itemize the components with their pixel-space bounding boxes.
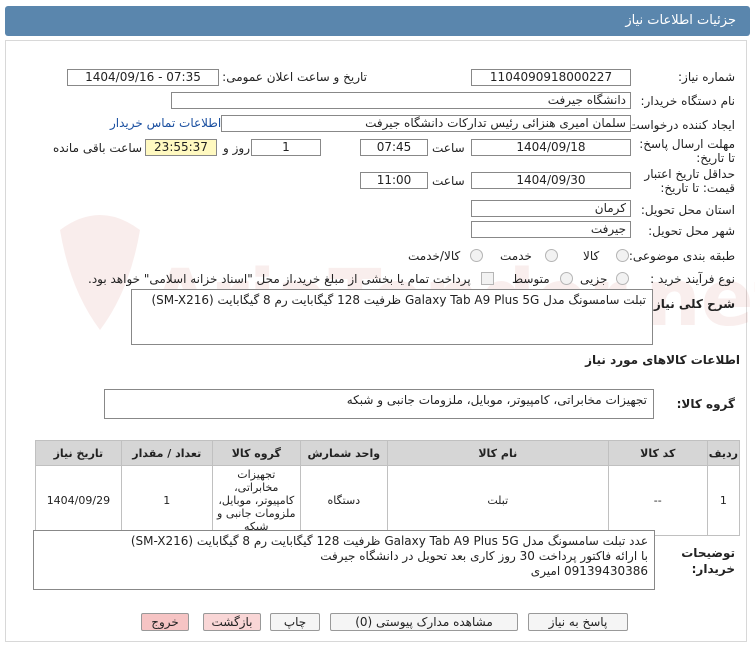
goods-section-title: اطلاعات کالاهای مورد نیاز [585, 353, 740, 367]
creator-label: ایجاد کننده درخواست: [624, 118, 735, 132]
notes-line-1: عدد تبلت سامسونگ مدل Galaxy Tab A9 Plus … [130, 534, 648, 548]
validity-date-field: 1404/09/30 [471, 172, 631, 189]
province-field: کرمان [471, 200, 631, 217]
goods-group-label: گروه کالا: [676, 397, 735, 411]
process-option-minor: جزیی [580, 272, 608, 286]
announce-label: تاریخ و ساعت اعلان عمومی: [222, 70, 367, 84]
announce-field: 1404/09/16 - 07:35 [67, 69, 219, 86]
cell-group: تجهیزات مخابراتی، کامپیوتر، موبایل، ملزو… [211, 465, 301, 536]
contact-info-link[interactable]: اطلاعات تماس خریدار [110, 116, 221, 130]
summary-textarea: تبلت سامسونگ مدل Galaxy Tab A9 Plus 5G ظ… [131, 289, 653, 345]
category-option-goods: کالا [583, 249, 600, 263]
table-header-row: ردیف کد کالا نام کالا واحد شمارش گروه کا… [35, 440, 741, 466]
cell-name: تبلت [386, 465, 609, 536]
exit-button[interactable]: خروج [141, 613, 189, 631]
category-label: طبقه بندی موضوعی: [628, 249, 735, 263]
cell-unit: دستگاه [299, 465, 388, 536]
items-table: ردیف کد کالا نام کالا واحد شمارش گروه کا… [35, 440, 741, 536]
notes-textarea: عدد تبلت سامسونگ مدل Galaxy Tab A9 Plus … [33, 530, 655, 590]
col-date: تاریخ نیاز [35, 440, 122, 466]
buyer-field: دانشگاه جیرفت [171, 92, 631, 109]
deadline-date-field: 1404/09/18 [471, 139, 631, 156]
days-label: روز و [223, 141, 250, 155]
category-option-goods-service: کالا/خدمت [408, 249, 461, 263]
category-radio-service[interactable] [545, 249, 558, 262]
buyer-label: نام دستگاه خریدار: [640, 94, 736, 108]
col-code: کد کالا [607, 440, 708, 466]
validity-time-label: ساعت [432, 174, 465, 188]
col-row: ردیف [706, 440, 741, 466]
col-qty: تعداد / مقدار [120, 440, 213, 466]
cell-code: -- [607, 465, 708, 536]
print-button[interactable]: چاپ [270, 613, 320, 631]
deadline-time-label: ساعت [432, 141, 465, 155]
remaining-label: ساعت باقی مانده [53, 141, 143, 155]
process-radio-minor[interactable] [616, 272, 629, 285]
goods-group-field: تجهیزات مخابراتی، کامپیوتر، موبایل، ملزو… [104, 389, 654, 419]
cell-qty: 1 [120, 465, 213, 536]
back-button[interactable]: بازگشت [203, 613, 261, 631]
cell-date: 1404/09/29 [35, 465, 122, 536]
view-attachments-button[interactable]: مشاهده مدارک پیوستی (0) [330, 613, 518, 631]
col-unit: واحد شمارش [299, 440, 388, 466]
need-number-label: شماره نیاز: [678, 70, 735, 84]
process-radio-medium[interactable] [560, 272, 573, 285]
creator-field: سلمان امیری هنزائی رئیس تدارکات دانشگاه … [221, 115, 631, 132]
cell-row: 1 [706, 465, 741, 536]
days-field: 1 [251, 139, 321, 156]
city-field: جیرفت [471, 221, 631, 238]
validity-label: حداقل تاریخ اعتبار قیمت: تا تاریخ: [644, 167, 735, 195]
col-group: گروه کالا [211, 440, 301, 466]
page-header: جزئیات اطلاعات نیاز [5, 6, 750, 36]
process-option-medium: متوسط [512, 272, 550, 286]
remaining-time-field: 23:55:37 [145, 139, 217, 156]
category-option-service: خدمت [500, 249, 532, 263]
deadline-label: مهلت ارسال پاسخ: تا تاریخ: [639, 137, 735, 165]
treasury-note: پرداخت تمام یا بخشی از مبلغ خرید،از محل … [88, 272, 471, 286]
reply-button[interactable]: پاسخ به نیاز [528, 613, 628, 631]
province-label: استان محل تحویل: [640, 203, 735, 217]
category-radio-goods[interactable] [616, 249, 629, 262]
col-name: نام کالا [386, 440, 609, 466]
page-title: جزئیات اطلاعات نیاز [625, 13, 736, 28]
validity-time-field: 11:00 [360, 172, 428, 189]
process-label: نوع فرآیند خرید : [650, 272, 735, 286]
summary-label: شرح کلی نیاز: [649, 297, 735, 311]
notes-label: توضیحات خریدار: [681, 546, 735, 576]
treasury-checkbox[interactable] [481, 272, 494, 285]
notes-line-2: با ارائه فاکتور پرداخت 30 روز کاری بعد ت… [320, 549, 648, 563]
need-number-field: 1104090918000227 [471, 69, 631, 86]
city-label: شهر محل تحویل: [648, 224, 735, 238]
deadline-time-field: 07:45 [360, 139, 428, 156]
table-row: 1 -- تبلت دستگاه تجهیزات مخابراتی، کامپی… [35, 465, 741, 536]
notes-line-3: 09139430386 امیری [530, 564, 648, 578]
category-radio-goods-service[interactable] [470, 249, 483, 262]
